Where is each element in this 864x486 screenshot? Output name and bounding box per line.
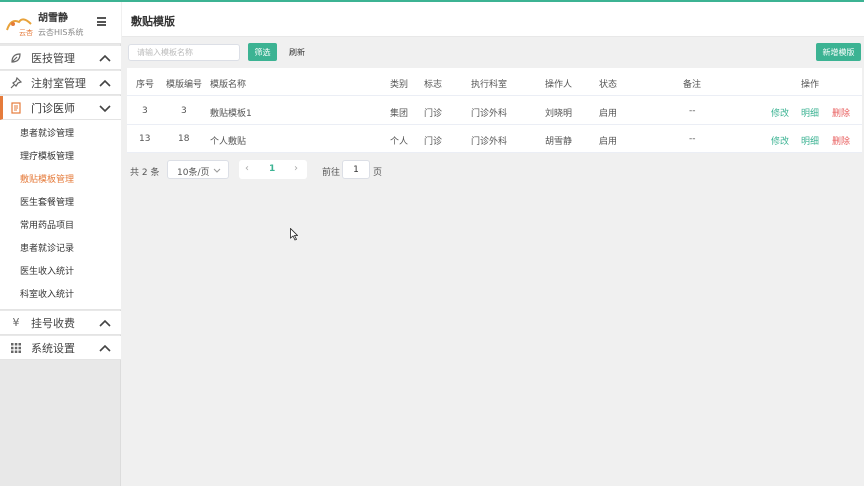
delete-link[interactable]: 删除 [832, 134, 850, 147]
grid-icon [10, 342, 22, 354]
logo-text: 云杏 [19, 28, 33, 36]
nav-group-medtech[interactable]: 医技管理 [0, 46, 121, 70]
nav-group-injection[interactable]: 注射室管理 [0, 71, 121, 95]
detail-link[interactable]: 明细 [801, 106, 819, 119]
table-row: 13 18 个人敷贴 个人 门诊 门诊外科 胡雪静 启用 -- 修改 明细 删除 [127, 125, 862, 153]
nav-group-registration[interactable]: ¥ 挂号收费 [0, 311, 121, 335]
detail-link[interactable]: 明细 [801, 134, 819, 147]
cell-category: 个人 [390, 137, 409, 147]
template-table: 序号 模版编号 模版名称 类别 标志 执行科室 操作人 状态 备注 操作 3 3… [127, 68, 862, 153]
column-header: 操作人 [545, 80, 573, 90]
chevron-up-icon [99, 319, 111, 327]
cell-operator: 刘晓明 [545, 109, 573, 119]
add-template-button[interactable]: 新增模版 [816, 43, 861, 61]
sidebar-item-patient-visit[interactable]: 患者就诊管理 [20, 126, 74, 139]
cell-status: 启用 [599, 137, 618, 147]
goto-label: 前往 [322, 168, 341, 178]
page-size-value: 10条/页 [177, 168, 210, 178]
current-page-button[interactable]: 1 [269, 164, 275, 174]
filter-button[interactable]: 筛选 [248, 43, 277, 61]
sidebar-item-therapy-template[interactable]: 理疗模板管理 [20, 149, 74, 162]
nav-group-label: 门诊医师 [31, 102, 75, 115]
delete-link[interactable]: 删除 [832, 106, 850, 119]
brand-header: 云杏 胡雪静 云杏HIS系统 [0, 2, 121, 44]
chevron-down-icon [213, 168, 221, 173]
page-header: 敷贴模版 [122, 2, 864, 37]
sidebar-item-doctor-package[interactable]: 医生套餐管理 [20, 195, 74, 208]
menu-toggle-icon[interactable] [97, 17, 106, 26]
cell-operator: 胡雪静 [545, 137, 573, 147]
next-page-icon[interactable]: › [294, 163, 298, 174]
column-header: 执行科室 [471, 80, 508, 90]
column-header: 类别 [390, 80, 409, 90]
mouse-cursor-icon [290, 228, 298, 241]
page-size-select[interactable]: 10条/页 [167, 160, 229, 179]
total-count: 共 2 条 [130, 168, 160, 178]
table-header: 序号 模版编号 模版名称 类别 标志 执行科室 操作人 状态 备注 操作 [127, 68, 862, 96]
column-header: 标志 [424, 80, 443, 90]
cell-name: 敷贴模板1 [210, 109, 252, 119]
table-row: 3 3 敷贴模板1 集团 门诊 门诊外科 刘晓明 启用 -- 修改 明细 删除 [127, 97, 862, 125]
nav-group-label: 系统设置 [31, 342, 75, 355]
sidebar-item-dept-income[interactable]: 科室收入统计 [20, 287, 74, 300]
column-header: 序号 [136, 80, 155, 90]
nav-group-label: 注射室管理 [31, 77, 86, 90]
sidebar-item-doctor-income[interactable]: 医生收入统计 [20, 264, 74, 277]
cell-dept: 门诊外科 [471, 109, 508, 119]
cell-dept: 门诊外科 [471, 137, 508, 147]
cell-category: 集团 [390, 109, 409, 119]
column-header: 状态 [599, 80, 618, 90]
cell-status: 启用 [599, 109, 618, 119]
user-name: 胡雪静 [38, 13, 68, 24]
chevron-up-icon [99, 54, 111, 62]
prev-page-icon[interactable]: ‹ [245, 163, 249, 174]
sidebar-item-common-drugs[interactable]: 常用药品项目 [20, 218, 74, 231]
system-name: 云杏HIS系统 [38, 28, 84, 37]
sidebar: 云杏 胡雪静 云杏HIS系统 医技管理 注射室管理 门诊医师 患者就诊管理 理疗… [0, 2, 121, 486]
goto-page-input[interactable] [342, 160, 370, 179]
chevron-down-icon [99, 105, 111, 113]
document-icon [10, 102, 22, 114]
edit-link[interactable]: 修改 [771, 106, 789, 119]
leaf-icon [10, 52, 22, 64]
refresh-button[interactable]: 刷新 [284, 43, 310, 61]
goto-unit: 页 [373, 168, 383, 178]
cell-index: 3 [142, 106, 148, 116]
edit-link[interactable]: 修改 [771, 134, 789, 147]
cell-name: 个人敷贴 [210, 137, 247, 147]
logo-icon: 云杏 [6, 18, 33, 36]
outpatient-submenu: 患者就诊管理 理疗模板管理 敷贴模板管理 医生套餐管理 常用药品项目 患者就诊记… [0, 120, 121, 310]
main-content: 敷贴模版 筛选 刷新 新增模版 序号 模版编号 模版名称 类别 标志 执行科室 … [122, 2, 864, 486]
yen-icon: ¥ [12, 316, 20, 329]
sidebar-item-plaster-template[interactable]: 敷贴模板管理 [20, 172, 74, 185]
cell-code: 18 [178, 134, 190, 144]
chevron-up-icon [99, 344, 111, 352]
nav-group-settings[interactable]: 系统设置 [0, 336, 121, 360]
sidebar-item-visit-records[interactable]: 患者就诊记录 [20, 241, 74, 254]
pin-icon [10, 76, 23, 89]
nav-group-label: 医技管理 [31, 52, 75, 65]
cell-code: 3 [181, 106, 187, 116]
cell-index: 13 [139, 134, 151, 144]
cell-flag: 门诊 [424, 109, 443, 119]
column-header: 备注 [683, 80, 702, 90]
search-input[interactable] [128, 44, 240, 61]
column-header: 操作 [801, 80, 820, 90]
toolbar: 筛选 刷新 新增模版 [122, 37, 864, 67]
cell-flag: 门诊 [424, 137, 443, 147]
cell-remark: -- [689, 134, 696, 144]
cell-remark: -- [689, 106, 696, 116]
nav-group-outpatient[interactable]: 门诊医师 [0, 96, 121, 120]
column-header: 模版编号 [166, 80, 203, 90]
page-title: 敷贴模版 [131, 15, 175, 28]
chevron-up-icon [99, 79, 111, 87]
pagination: 共 2 条 10条/页 ‹ 1 › 前往 页 [122, 159, 864, 181]
column-header: 模版名称 [210, 80, 247, 90]
page-navigator: ‹ 1 › [239, 160, 307, 179]
nav-group-label: 挂号收费 [31, 317, 75, 330]
